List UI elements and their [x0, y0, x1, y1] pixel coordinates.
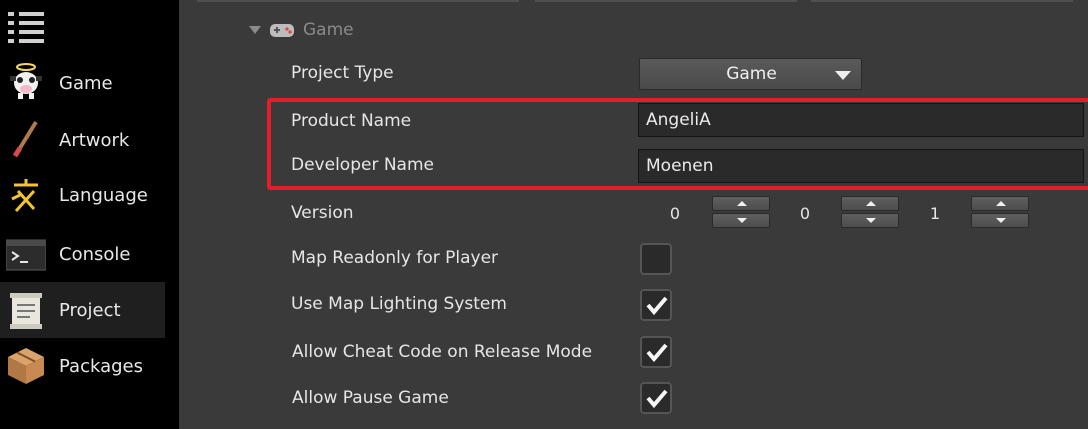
crate-icon [8, 348, 44, 384]
increment-button[interactable] [712, 196, 770, 211]
gamepad-icon [270, 24, 294, 37]
sidebar-item-label: Project [59, 299, 121, 321]
map-readonly-label: Map Readonly for Player [291, 248, 499, 268]
increment-button[interactable] [841, 196, 899, 211]
main-content: Game Project Type Game Product Name Deve… [165, 0, 1088, 429]
sidebar-item-label: Artwork [59, 129, 130, 151]
arrow-down-icon [737, 218, 747, 223]
product-name-label: Product Name [291, 111, 412, 131]
sidebar-item-label: Console [59, 243, 131, 265]
project-type-value: Game [726, 64, 777, 84]
checkmark-icon [646, 296, 668, 316]
map-readonly-checkbox[interactable] [640, 243, 672, 275]
sidebar-item-label: Language [59, 184, 148, 206]
pause-game-checkbox[interactable] [640, 382, 672, 414]
sidebar: Game Artwork Language Console Project Pa… [0, 0, 165, 429]
sidebar-item-artwork[interactable]: Artwork [0, 112, 165, 168]
sidebar-item-console[interactable]: Console [0, 226, 165, 282]
sidebar-item-label: Packages [59, 355, 143, 377]
cheat-code-checkbox[interactable] [640, 336, 672, 368]
map-lighting-label: Use Map Lighting System [291, 294, 507, 314]
paintbrush-icon [12, 120, 38, 158]
version-major-stepper [712, 196, 770, 228]
terminal-icon [6, 239, 46, 271]
arrow-down-icon [866, 218, 876, 223]
language-glyph-icon [11, 179, 38, 213]
sidebar-item-game[interactable]: Game [0, 55, 165, 111]
collapse-triangle-icon[interactable] [249, 26, 261, 34]
version-minor-stepper [841, 196, 899, 228]
map-lighting-checkbox[interactable] [640, 289, 672, 321]
arrow-up-icon [866, 201, 876, 206]
version-patch-value: 1 [929, 204, 941, 223]
section-header-game[interactable]: Game [249, 19, 354, 41]
version-label: Version [291, 203, 354, 223]
scroll-icon [10, 293, 42, 329]
cheat-code-label: Allow Cheat Code on Release Mode [292, 342, 593, 362]
arrow-down-icon [996, 218, 1006, 223]
top-divider [811, 0, 1073, 2]
version-patch-stepper [971, 196, 1029, 228]
decrement-button[interactable] [712, 213, 770, 228]
developer-name-label: Developer Name [291, 155, 434, 175]
sidebar-item-project[interactable]: Project [0, 282, 165, 338]
project-settings-panel: Game Project Type Game Product Name Deve… [179, 0, 1088, 429]
section-title: Game [303, 20, 354, 40]
decrement-button[interactable] [841, 213, 899, 228]
version-major-value: 0 [669, 204, 681, 223]
sidebar-item-language[interactable]: Language [0, 167, 165, 223]
pause-game-label: Allow Pause Game [292, 388, 449, 408]
top-divider [535, 0, 797, 2]
top-divider [197, 0, 519, 2]
chevron-down-icon [835, 71, 851, 80]
sidebar-item-label: Game [59, 72, 113, 94]
arrow-up-icon [996, 201, 1006, 206]
checkmark-icon [646, 389, 668, 409]
project-type-label: Project Type [291, 63, 394, 83]
increment-button[interactable] [971, 196, 1029, 211]
cow-icon [10, 63, 42, 99]
hamburger-menu-icon[interactable] [8, 10, 46, 43]
decrement-button[interactable] [971, 213, 1029, 228]
version-minor-value: 0 [799, 204, 811, 223]
sidebar-item-packages[interactable]: Packages [0, 338, 165, 394]
checkmark-icon [646, 343, 668, 363]
product-name-input[interactable] [638, 103, 1084, 137]
arrow-up-icon [737, 201, 747, 206]
developer-name-input[interactable] [638, 149, 1084, 183]
project-type-dropdown[interactable]: Game [639, 58, 862, 90]
